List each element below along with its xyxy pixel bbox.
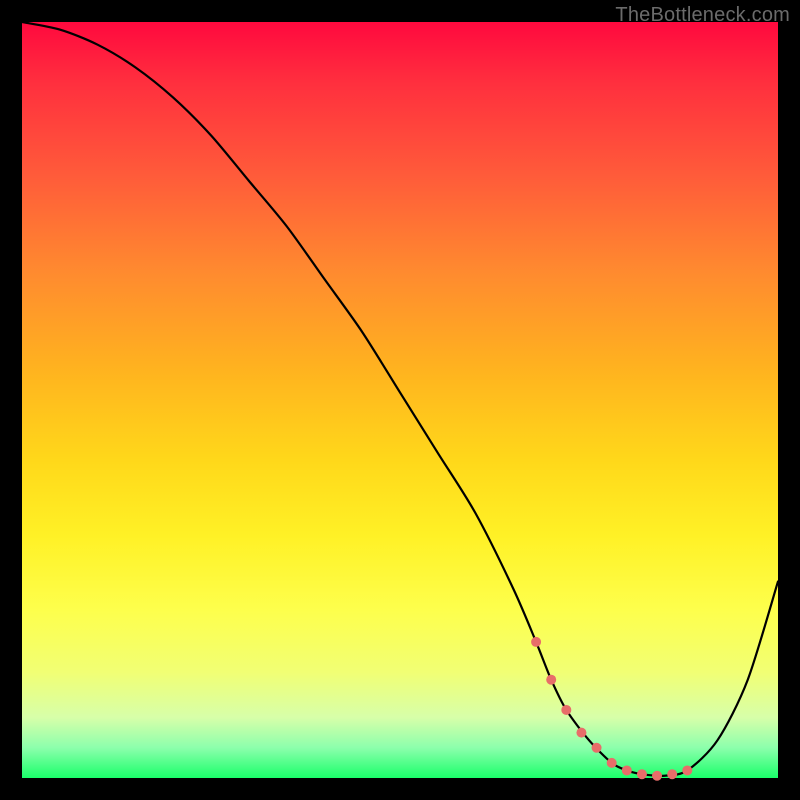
optimum-dot [607,758,617,768]
optimum-dot [622,765,632,775]
watermark-text: TheBottleneck.com [615,4,790,27]
bottleneck-curve [22,22,778,776]
chart-frame: TheBottleneck.com [0,0,800,800]
plot-area [22,22,778,778]
optimum-dot [682,765,692,775]
optimum-dot [576,728,586,738]
curve-svg [22,22,778,778]
optimum-dot [667,769,677,779]
optimum-dot [637,769,647,779]
optimum-dot [652,771,662,781]
optimum-dot [592,743,602,753]
optimum-dot [546,675,556,685]
optimum-markers [531,637,692,781]
optimum-dot [561,705,571,715]
optimum-dot [531,637,541,647]
